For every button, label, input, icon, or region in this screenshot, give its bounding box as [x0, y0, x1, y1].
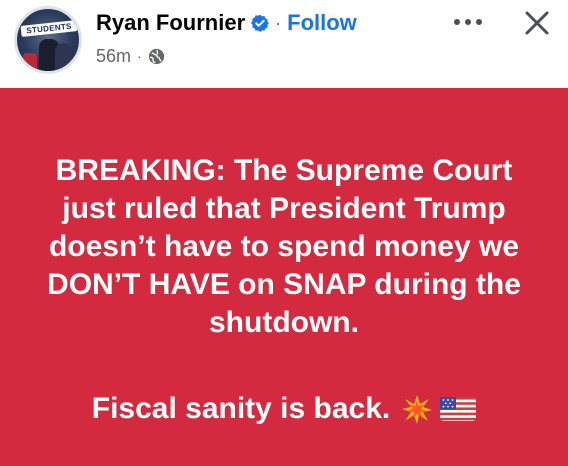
- more-options-icon[interactable]: [448, 10, 488, 34]
- author-row: Ryan Fournier · Follow: [96, 8, 357, 38]
- collision-emoji-icon: [402, 395, 433, 424]
- post-body-text: BREAKING: The Supreme Court just ruled t…: [47, 154, 521, 339]
- more-dot: [476, 19, 482, 25]
- us-flag-emoji-icon: [440, 397, 477, 421]
- post-meta: 56m ·: [96, 44, 165, 68]
- name-separator: ·: [275, 12, 282, 33]
- avatar-banner: STUDENTS: [20, 20, 78, 37]
- avatar-banner-text: STUDENTS: [25, 21, 73, 36]
- author-avatar[interactable]: STUDENTS: [14, 6, 82, 74]
- post-closing-text: Fiscal sanity is back.: [91, 392, 391, 425]
- more-dot: [454, 19, 460, 25]
- post-timestamp[interactable]: 56m: [96, 46, 131, 67]
- avatar-flag-shape: [23, 53, 37, 71]
- verified-badge-icon: [251, 14, 270, 32]
- post-header: STUDENTS Ryan Fournier · Follow 56m ·: [0, 0, 568, 88]
- more-dot: [465, 19, 471, 25]
- author-name[interactable]: Ryan Fournier: [96, 10, 245, 36]
- close-icon[interactable]: [520, 6, 554, 40]
- meta-separator: ·: [137, 48, 142, 64]
- globe-icon[interactable]: [148, 48, 165, 65]
- follow-button[interactable]: Follow: [287, 10, 357, 36]
- avatar-figure-secondary: [55, 43, 71, 71]
- post-closing-line: Fiscal sanity is back.: [40, 389, 528, 429]
